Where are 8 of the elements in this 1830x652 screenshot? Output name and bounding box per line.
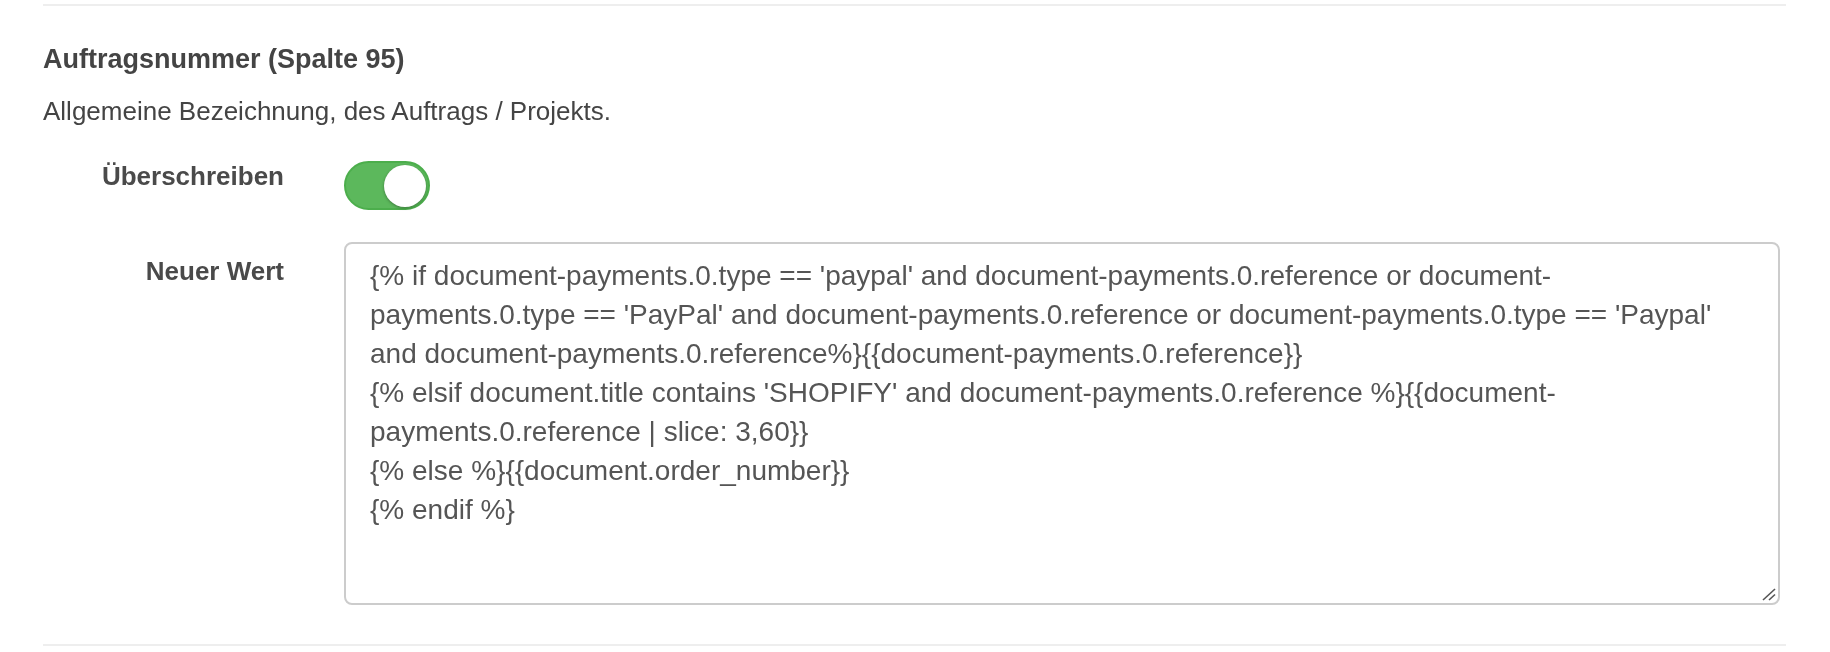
section-description: Allgemeine Bezeichnung, des Auftrags / Projekts. — [43, 96, 611, 126]
section-title: Auftragsnummer (Spalte 95) — [43, 44, 405, 75]
toggle-knob — [384, 164, 426, 207]
resize-grip-icon[interactable] — [1762, 588, 1776, 601]
toggle-switch[interactable] — [344, 161, 430, 210]
text-area[interactable]: {% if document-payments.0.type == 'paypal' and document-payments.0.reference or document-payments.0.type == 'PayPal' and document-payments.0.reference or document-payments.0.type == 'Paypal' and document-payments.0.reference%}{{document-payments.0.reference}} {% elsif document.title contains 'SHOPIFY' and document-payments.0.reference %}{{document-payments.0.reference | slice: 3,60}} {% else %}{{document.order_number}} {% endif %} — [344, 242, 1780, 605]
field-label: Überschreiben — [101, 161, 284, 191]
field-label: Neuer Wert — [145, 256, 284, 286]
